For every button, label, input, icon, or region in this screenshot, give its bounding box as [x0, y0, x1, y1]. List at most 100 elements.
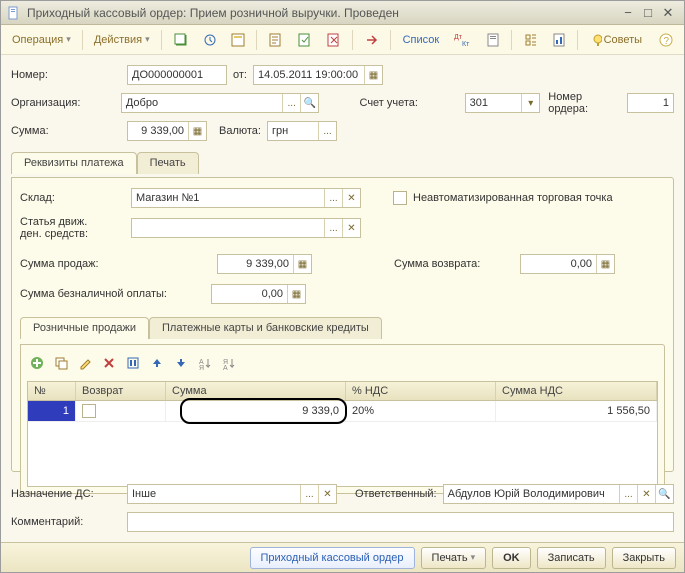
calc-icon[interactable]: ▦ — [596, 255, 614, 273]
moveup-icon[interactable] — [147, 353, 167, 373]
resp-input[interactable]: Абдулов Юрій Володимирович...✕🔍 — [443, 484, 674, 504]
sklad-label: Склад: — [20, 192, 125, 204]
svg-text:Дт: Дт — [454, 34, 463, 41]
number-label: Номер: — [11, 69, 121, 81]
stat-label: Статья движ. ден. средств: — [20, 216, 125, 240]
movedown-icon[interactable] — [171, 353, 191, 373]
ordno-label: Номер ордера: — [548, 91, 620, 115]
sortasc-icon[interactable]: AЯ — [195, 353, 215, 373]
sumret-label: Сумма возврата: — [394, 258, 514, 270]
ok-button[interactable]: OK — [492, 547, 531, 569]
minimize-button[interactable]: − — [618, 5, 638, 21]
select-icon[interactable]: ... — [324, 189, 342, 207]
window-title: Приходный кассовый ордер: Прием рознично… — [27, 6, 618, 20]
row-checkbox[interactable] — [82, 404, 96, 418]
table-row[interactable]: 1 9 339,0 20% 1 556,50 — [28, 401, 657, 422]
grid-toolbar: AЯ ЯA — [27, 351, 658, 375]
toolbar-icon-4[interactable] — [263, 29, 288, 51]
cell-n: 1 — [28, 401, 76, 421]
cell-summa[interactable]: 9 339,0 — [166, 401, 346, 421]
stat-input[interactable]: ...✕ — [131, 218, 361, 238]
document-icon — [7, 6, 21, 20]
settings-icon[interactable] — [546, 29, 571, 51]
calc-icon[interactable]: ▦ — [293, 255, 311, 273]
cell-vozvrat[interactable] — [76, 401, 166, 421]
select-icon[interactable]: ... — [619, 485, 637, 503]
toolbar-icon-2[interactable] — [197, 29, 222, 51]
list-button[interactable]: Список — [397, 29, 445, 51]
sortdesc-icon[interactable]: ЯA — [219, 353, 239, 373]
date-input[interactable]: 14.05.2011 19:00:00▦ — [253, 65, 383, 85]
toolbar-icon-5[interactable] — [292, 29, 317, 51]
nazn-label: Назначение ДС: — [11, 488, 121, 500]
open-icon[interactable]: 🔍 — [655, 485, 673, 503]
cell-ndssum: 1 556,50 — [496, 401, 657, 421]
sumret-input[interactable]: 0,00▦ — [520, 254, 615, 274]
edit-row-icon[interactable] — [75, 353, 95, 373]
select-icon[interactable]: ... — [282, 94, 300, 112]
maximize-button[interactable]: □ — [638, 5, 658, 21]
org-label: Организация: — [11, 97, 115, 109]
structure-icon[interactable] — [518, 29, 543, 51]
toolbar-icon-6[interactable] — [321, 29, 346, 51]
window-frame: Приходный кассовый ордер: Прием рознично… — [0, 0, 685, 573]
col-vozvrat[interactable]: Возврат — [76, 382, 166, 400]
sumcashless-input[interactable]: 0,00▦ — [211, 284, 306, 304]
refresh-icon[interactable] — [123, 353, 143, 373]
requisites-panel: Склад: Магазин №1...✕ Неавтоматизированн… — [11, 177, 674, 472]
save-button[interactable]: Записать — [537, 547, 606, 569]
report-icon[interactable] — [480, 29, 505, 51]
print-button[interactable]: Печать — [421, 547, 487, 569]
currency-input[interactable]: грн... — [267, 121, 337, 141]
toolbar-icon-3[interactable] — [225, 29, 250, 51]
select-icon[interactable]: ... — [324, 219, 342, 237]
pko-button[interactable]: Приходный кассовый ордер — [250, 547, 415, 569]
org-input[interactable]: Добро...🔍 — [121, 93, 319, 113]
nonauto-checkbox[interactable] — [393, 191, 407, 205]
goto-icon[interactable] — [359, 29, 384, 51]
calc-icon[interactable]: ▦ — [287, 285, 305, 303]
tips-button[interactable]: Советы — [584, 29, 649, 51]
tabs-upper: Реквизиты платежа Печать — [11, 151, 674, 173]
add-row-icon[interactable] — [27, 353, 47, 373]
clear-icon[interactable]: ✕ — [637, 485, 655, 503]
tab-print[interactable]: Печать — [137, 152, 199, 174]
tab-requisites[interactable]: Реквизиты платежа — [11, 152, 137, 174]
sumsales-input[interactable]: 9 339,00▦ — [217, 254, 312, 274]
sum-input[interactable]: 9 339,00▦ — [127, 121, 207, 141]
actions-menu[interactable]: Действия — [89, 29, 155, 51]
col-ndspct[interactable]: % НДС — [346, 382, 496, 400]
ordno-input[interactable]: 1 — [627, 93, 674, 113]
copy-row-icon[interactable] — [51, 353, 71, 373]
dtkt-icon[interactable]: ДтКт — [449, 29, 476, 51]
account-input[interactable]: 301▾ — [465, 93, 541, 113]
calendar-icon[interactable]: ▦ — [364, 66, 382, 84]
help-button[interactable]: ? — [653, 29, 678, 51]
clear-icon[interactable]: ✕ — [342, 189, 360, 207]
currency-label: Валюта: — [219, 125, 261, 137]
operation-menu[interactable]: Операция — [7, 29, 76, 51]
close-button[interactable]: ✕ — [658, 5, 678, 21]
tab-cards[interactable]: Платежные карты и банковские кредиты — [149, 317, 382, 339]
svg-text:Кт: Кт — [462, 41, 470, 48]
toolbar-icon-1[interactable] — [168, 29, 193, 51]
select-icon[interactable]: ... — [300, 485, 318, 503]
sklad-input[interactable]: Магазин №1...✕ — [131, 188, 361, 208]
number-input[interactable]: ДО000000001 — [127, 65, 227, 85]
col-summa[interactable]: Сумма — [166, 382, 346, 400]
calc-icon[interactable]: ▦ — [188, 122, 206, 140]
cell-ndspct[interactable]: 20% — [346, 401, 496, 421]
dropdown-icon[interactable]: ▾ — [521, 94, 539, 112]
comm-input[interactable] — [127, 512, 674, 532]
tab-retail[interactable]: Розничные продажи — [20, 317, 149, 339]
col-ndssum[interactable]: Сумма НДС — [496, 382, 657, 400]
clear-icon[interactable]: ✕ — [342, 219, 360, 237]
col-n[interactable]: № — [28, 382, 76, 400]
clear-icon[interactable]: ✕ — [318, 485, 336, 503]
open-icon[interactable]: 🔍 — [300, 94, 318, 112]
close-window-button[interactable]: Закрыть — [612, 547, 676, 569]
nazn-input[interactable]: Інше...✕ — [127, 484, 337, 504]
delete-row-icon[interactable] — [99, 353, 119, 373]
resp-label: Ответственный: — [355, 488, 437, 500]
select-icon[interactable]: ... — [318, 122, 336, 140]
